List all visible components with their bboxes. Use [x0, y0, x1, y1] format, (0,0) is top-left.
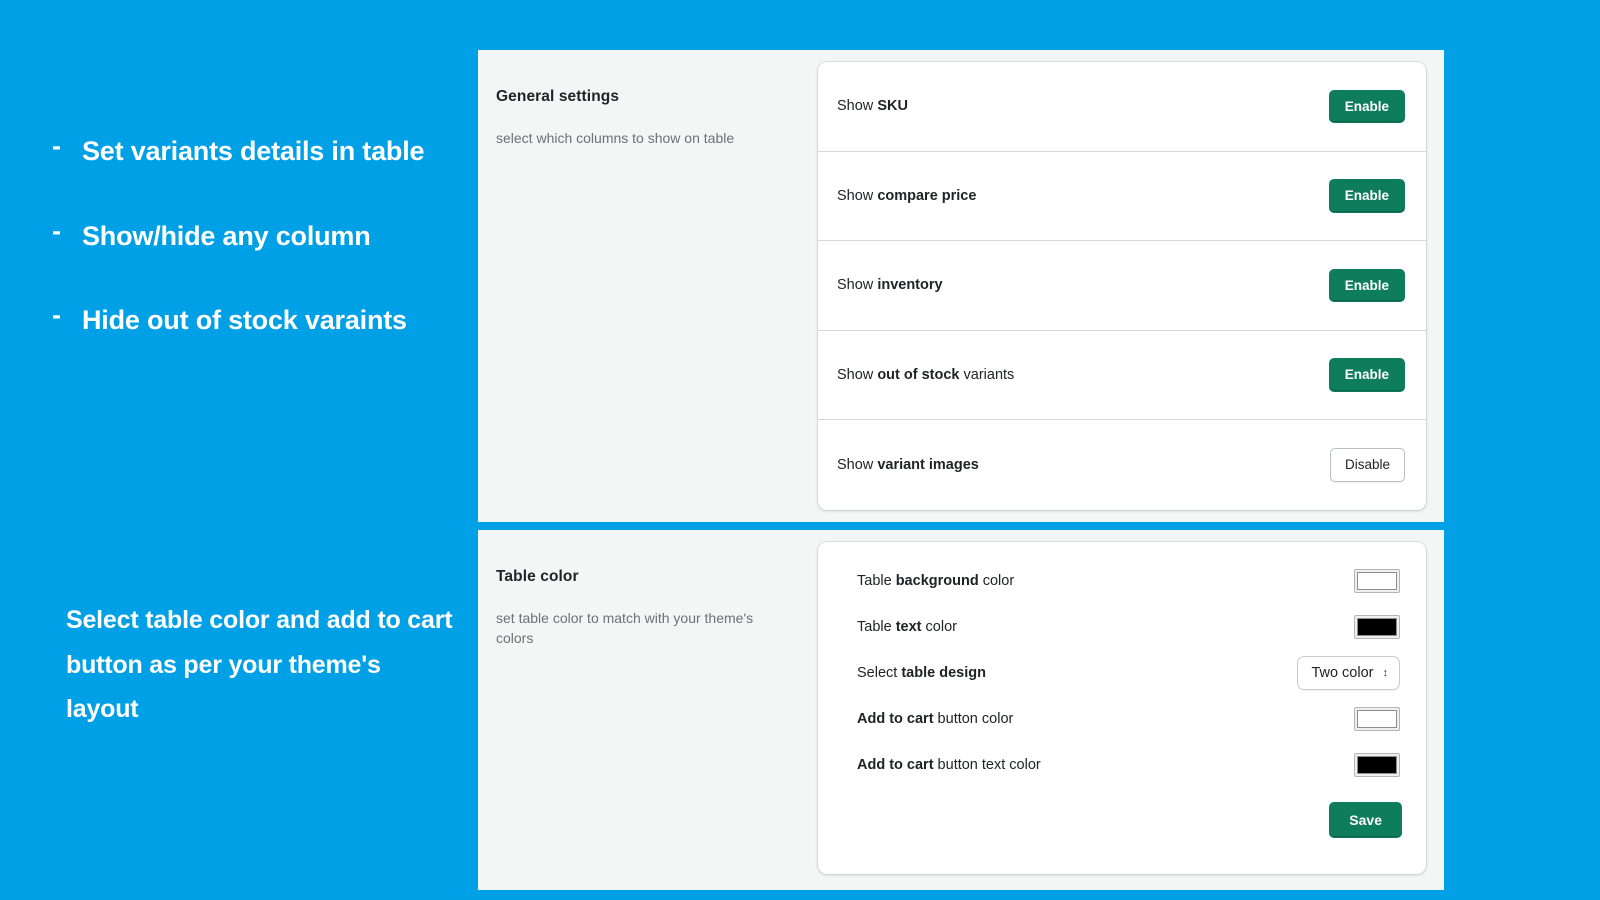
bullet-dash-icon: - [52, 300, 61, 331]
bullet-text: Show/hide any column [82, 220, 371, 251]
setting-label-prefix: Show [837, 277, 878, 294]
table-row: Show compare price Enable [818, 152, 1426, 242]
toggle-sku-button[interactable]: Enable [1328, 89, 1405, 124]
bullet-dash-icon: - [52, 131, 61, 161]
feature-bullet-list: - Set variants details in table - Show/h… [52, 130, 452, 384]
table-color-card: Table background color Table text color … [818, 542, 1426, 874]
table-color-aside: Table color set table color to match wit… [478, 530, 818, 890]
setting-label-suffix: variants [959, 367, 1015, 384]
setting-label-strong: variant images [877, 457, 979, 474]
setting-label: Show SKU [837, 98, 908, 114]
table-color-main: Table background color Table text color … [818, 530, 1444, 890]
swatch-fill [1357, 572, 1397, 590]
list-item: - Set variants details in table [52, 130, 452, 173]
color-label: Select table design [857, 665, 986, 681]
color-label-suffix: button color [933, 711, 1014, 727]
setting-label-prefix: Show [837, 98, 878, 115]
color-label-strong: table design [901, 665, 986, 681]
color-label: Table text color [857, 619, 957, 635]
table-background-color-swatch[interactable] [1354, 569, 1400, 593]
table-row: Show inventory Enable [818, 241, 1426, 331]
table-color-subtitle: set table color to match with your theme… [496, 610, 754, 647]
swatch-fill [1357, 756, 1397, 774]
general-settings-panel: General settings select which columns to… [478, 50, 1444, 522]
general-settings-card: Show SKU Enable Show compare price Enabl… [818, 62, 1426, 510]
promo-paragraph: Select table color and add to cart butto… [66, 606, 453, 723]
table-row: Table background color [840, 558, 1404, 604]
list-item: - Show/hide any column [52, 215, 452, 258]
promo-column: - Set variants details in table - Show/h… [0, 0, 478, 900]
table-row: Show out of stock variants Enable [818, 331, 1426, 421]
setting-label-strong: SKU [877, 98, 908, 115]
table-row: Show variant images Disable [818, 420, 1426, 510]
table-row: Show SKU Enable [818, 62, 1426, 152]
color-label-suffix: color [978, 573, 1015, 589]
bullet-text: Hide out of stock varaints [82, 305, 407, 336]
table-row: Table text color [840, 604, 1404, 650]
list-item: - Hide out of stock varaints [52, 299, 452, 342]
chevron-updown-icon: ↕ [1382, 666, 1389, 679]
table-text-color-swatch[interactable] [1354, 615, 1400, 639]
toggle-inventory-button[interactable]: Enable [1328, 268, 1405, 303]
table-row: Select table design Two color ↕ [840, 650, 1404, 696]
color-label-suffix: color [921, 619, 957, 635]
setting-label: Show compare price [837, 188, 976, 204]
color-label-strong: text [895, 619, 922, 635]
general-settings-main: Show SKU Enable Show compare price Enabl… [818, 50, 1444, 522]
color-label-prefix: Table [857, 619, 896, 635]
general-settings-subtitle: select which columns to show on table [496, 130, 735, 146]
setting-label-prefix: Show [837, 367, 878, 384]
table-row: Add to cart button text color [840, 742, 1404, 788]
bullet-dash-icon: - [52, 215, 61, 246]
swatch-fill [1357, 710, 1397, 728]
table-color-title: Table color [496, 568, 579, 585]
toggle-out-of-stock-button[interactable]: Enable [1328, 358, 1405, 392]
setting-label-strong: out of stock [877, 367, 960, 384]
setting-label-strong: inventory [877, 277, 943, 294]
color-label-strong: Add to cart [857, 757, 934, 773]
add-to-cart-button-color-swatch[interactable] [1354, 707, 1400, 731]
save-button[interactable]: Save [1329, 802, 1402, 838]
color-label-suffix: button text color [933, 757, 1041, 773]
color-label-prefix: Select [857, 665, 902, 681]
table-row: Add to cart button color [840, 696, 1404, 742]
setting-label: Show variant images [837, 457, 979, 473]
setting-label-prefix: Show [837, 457, 878, 474]
setting-label-prefix: Show [837, 187, 878, 204]
table-design-select[interactable]: Two color ↕ [1297, 656, 1400, 690]
setting-label-strong: compare price [877, 187, 977, 204]
add-to-cart-button-text-color-swatch[interactable] [1354, 753, 1400, 777]
color-label: Add to cart button text color [857, 757, 1041, 773]
color-label-prefix: Table [857, 573, 896, 589]
bullet-text: Set variants details in table [82, 136, 425, 166]
general-settings-aside: General settings select which columns to… [478, 50, 818, 522]
swatch-fill [1357, 618, 1397, 636]
table-design-select-value: Two color [1311, 665, 1374, 681]
color-label: Add to cart button color [857, 711, 1013, 727]
color-label: Table background color [857, 573, 1014, 589]
table-color-panel: Table color set table color to match wit… [478, 530, 1444, 890]
setting-label: Show out of stock variants [837, 367, 1014, 383]
page-title: General settings [496, 88, 620, 105]
toggle-compare-price-button[interactable]: Enable [1328, 179, 1405, 213]
color-label-strong: Add to cart [857, 711, 934, 727]
save-row: Save [840, 788, 1404, 838]
toggle-variant-images-button[interactable]: Disable [1329, 448, 1405, 482]
setting-label: Show inventory [837, 277, 943, 293]
color-label-strong: background [895, 573, 979, 589]
